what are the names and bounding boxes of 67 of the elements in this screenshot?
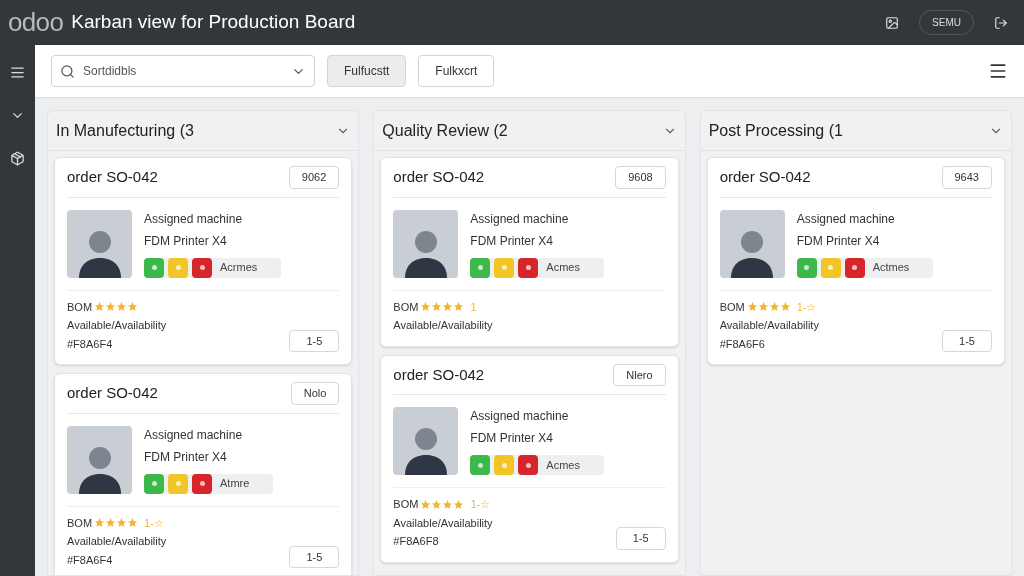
- availability-text: Available/Availability: [67, 318, 167, 333]
- column-title: In Manufecturing (3: [56, 120, 194, 141]
- order-card[interactable]: order SO-042 9643 Assigned machine FDM Printer X4 Actmes BOM 1-☆ Available/Availability #F8A6F6 1-5: [706, 157, 1005, 365]
- color-code: #F8A6F4: [67, 552, 114, 568]
- column-title: Post Processing (1: [708, 120, 843, 141]
- column-title: Quality Review (2: [382, 120, 508, 141]
- bom-note: 1: [470, 299, 477, 315]
- reference-button[interactable]: Nolo: [290, 382, 340, 405]
- reference-button[interactable]: 9643: [941, 166, 992, 189]
- bom-note: 1-☆: [796, 299, 817, 315]
- bom-label: BOM: [67, 515, 93, 531]
- bom-note: 1-☆: [470, 497, 491, 512]
- availability-text: Available/Availability: [393, 515, 493, 531]
- machine-name: FDM Printer X4: [470, 430, 554, 447]
- filter-button[interactable]: Fulfucstt: [327, 55, 407, 87]
- field-label: Assigned machine: [144, 210, 244, 228]
- order-title: order SO-042: [393, 167, 485, 187]
- status-label: Acmes: [546, 260, 580, 276]
- quantity-button[interactable]: 1-5: [289, 545, 340, 568]
- filter-button[interactable]: Fulkxcrt: [418, 55, 495, 87]
- field-label: Assigned machine: [470, 408, 570, 425]
- quantity-button[interactable]: 1-5: [289, 329, 340, 352]
- color-code: #F8A6F6: [719, 336, 766, 352]
- machine-name: FDM Printer X4: [796, 232, 881, 250]
- reference-button[interactable]: Nlero: [613, 363, 666, 386]
- order-title: order SO-042: [393, 364, 485, 385]
- bom-label: BOM: [393, 497, 419, 512]
- quantity-button[interactable]: 1-5: [942, 329, 992, 352]
- status-label: Acmes: [546, 457, 580, 473]
- availability-text: Available/Availability: [67, 534, 167, 549]
- search-input[interactable]: Sortdidbls: [83, 62, 283, 80]
- bom-label: BOM: [393, 299, 419, 315]
- field-label: Assigned machine: [144, 426, 244, 444]
- bom-note: 1-☆: [144, 515, 164, 531]
- order-card[interactable]: order SO-042 9608 Assigned machine FDM Printer X4 Acmes BOM 1 Available/Availability: [380, 157, 679, 347]
- bom-label: BOM: [67, 299, 93, 315]
- color-code: #F8A6F8: [393, 534, 440, 549]
- list-icon[interactable]: [10, 65, 25, 80]
- status-label: Atmre: [220, 476, 250, 492]
- reference-button[interactable]: 9608: [615, 166, 666, 189]
- field-label: Assigned machine: [470, 210, 570, 228]
- order-title: order SO-042: [67, 167, 158, 187]
- logout-icon[interactable]: [994, 15, 1008, 30]
- availability-text: Available/Availability: [719, 318, 819, 333]
- status-label: Acrmes: [220, 260, 258, 276]
- field-label: Assigned machine: [796, 210, 896, 228]
- bom-label: BOM: [719, 299, 745, 315]
- availability-text: Available/Availability: [393, 318, 493, 333]
- machine-name: FDM Printer X4: [144, 232, 228, 250]
- search-bar[interactable]: Sortdidbls: [51, 55, 315, 87]
- menu-icon[interactable]: [988, 61, 1008, 81]
- order-title: order SO-042: [719, 167, 811, 187]
- status-label: Actmes: [872, 260, 910, 276]
- order-card[interactable]: order SO-042 9062 Assigned machine FDM Printer X4 Acrmes BOM Available/Availability #F8A6F4 1-5: [54, 157, 353, 365]
- order-card[interactable]: order SO-042 Nlero Assigned machine FDM Printer X4 Acmes BOM 1-☆ Available/Availability #F8A6F8 1-5: [380, 354, 679, 563]
- order-title: order SO-042: [67, 383, 158, 403]
- quantity-button[interactable]: 1-5: [615, 527, 666, 550]
- box-icon[interactable]: [10, 151, 25, 166]
- logo[interactable]: odoo: [8, 3, 64, 42]
- order-card[interactable]: order SO-042 Nolo Assigned machine FDM Printer X4 Atmre BOM 1-☆ Available/Availability #F8A6F4 1-5: [54, 373, 353, 575]
- search-icon: [60, 63, 75, 79]
- reference-button[interactable]: 9062: [288, 166, 340, 189]
- machine-name: FDM Printer X4: [470, 232, 554, 250]
- image-icon[interactable]: [885, 15, 900, 30]
- color-code: #F8A6F4: [67, 336, 114, 352]
- machine-name: FDM Printer X4: [144, 448, 228, 466]
- window-title: Karban view for Production Board: [71, 10, 356, 35]
